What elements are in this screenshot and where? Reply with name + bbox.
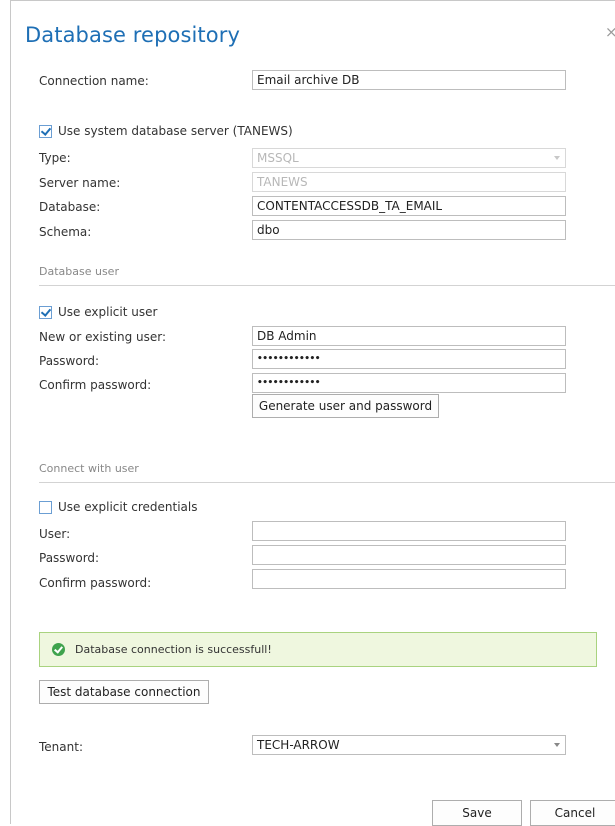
chevron-down-icon	[554, 743, 560, 747]
checkbox-checked-icon	[39, 305, 52, 319]
cred-user-label: User:	[39, 527, 71, 541]
database-label: Database:	[39, 200, 101, 214]
use-system-server-checkbox[interactable]: Use system database server (TANEWS)	[39, 124, 293, 138]
use-explicit-credentials-checkbox[interactable]: Use explicit credentials	[39, 500, 197, 514]
checkbox-checked-icon	[39, 124, 52, 138]
connect-with-user-section-title: Connect with user	[39, 462, 139, 475]
database-user-divider	[39, 285, 615, 286]
type-label: Type:	[39, 151, 71, 165]
type-value: MSSQL	[257, 151, 299, 165]
database-user-section-title: Database user	[39, 265, 119, 278]
cancel-button[interactable]: Cancel	[530, 800, 615, 826]
save-button[interactable]: Save	[432, 800, 522, 826]
use-system-server-label: Use system database server (TANEWS)	[58, 124, 293, 138]
type-select: MSSQL	[252, 148, 566, 168]
connection-success-message: Database connection is successfull!	[75, 643, 272, 656]
db-user-label: New or existing user:	[39, 330, 167, 344]
generate-user-password-button[interactable]: Generate user and password	[252, 394, 439, 418]
server-name-label: Server name:	[39, 176, 121, 190]
tenant-value: TECH-ARROW	[257, 738, 340, 752]
use-explicit-credentials-label: Use explicit credentials	[58, 500, 198, 514]
close-icon[interactable]: ×	[605, 23, 615, 41]
chevron-down-icon	[554, 156, 560, 160]
schema-label: Schema:	[39, 225, 92, 239]
cred-password-field[interactable]	[252, 545, 566, 565]
test-database-connection-button[interactable]: Test database connection	[39, 680, 209, 704]
cred-password-label: Password:	[39, 551, 100, 565]
db-password-field[interactable]: ••••••••••••	[252, 349, 566, 369]
success-check-icon	[52, 643, 65, 656]
connection-success-banner: Database connection is successfull!	[39, 632, 597, 667]
server-name-field: TANEWS	[252, 172, 566, 192]
db-confirm-password-field[interactable]: ••••••••••••	[252, 373, 566, 393]
checkbox-unchecked-icon	[39, 500, 52, 514]
tenant-label: Tenant:	[39, 740, 83, 754]
database-field[interactable]: CONTENTACCESSDB_TA_EMAIL	[252, 196, 566, 216]
use-explicit-user-checkbox[interactable]: Use explicit user	[39, 305, 157, 319]
use-explicit-user-label: Use explicit user	[58, 305, 158, 319]
db-confirm-password-label: Confirm password:	[39, 378, 152, 392]
cred-user-field[interactable]	[252, 521, 566, 541]
dialog-title: Database repository	[25, 23, 240, 47]
cred-confirm-password-field[interactable]	[252, 569, 566, 589]
connection-name-field[interactable]: Email archive DB	[252, 70, 566, 90]
db-user-field[interactable]: DB Admin	[252, 326, 566, 346]
schema-field[interactable]: dbo	[252, 220, 566, 240]
tenant-select[interactable]: TECH-ARROW	[252, 735, 566, 755]
connection-name-label: Connection name:	[39, 74, 149, 88]
cred-confirm-password-label: Confirm password:	[39, 576, 152, 590]
db-password-label: Password:	[39, 354, 100, 368]
connect-with-user-divider	[39, 482, 615, 483]
